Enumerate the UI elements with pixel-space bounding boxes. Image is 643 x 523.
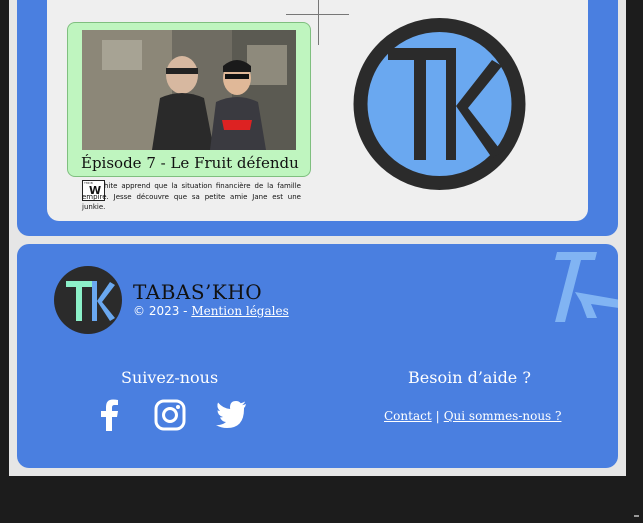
- instagram-icon[interactable]: [154, 399, 186, 431]
- episode-description: hite apprend que la situation financière…: [82, 182, 301, 211]
- footer-logo-icon[interactable]: [52, 264, 124, 336]
- copyright-text: © 2023 -: [133, 304, 192, 318]
- about-link[interactable]: Qui sommes-nous ?: [444, 409, 562, 423]
- contact-link[interactable]: Contact: [384, 409, 432, 423]
- copyright: © 2023 - Mention légales: [133, 304, 289, 318]
- help-links: Contact | Qui sommes-nous ?: [384, 409, 561, 423]
- episode-title[interactable]: Épisode 7 - Le Fruit défendu: [81, 154, 299, 172]
- link-separator: |: [435, 409, 440, 423]
- episode-thumbnail-art: [82, 30, 296, 150]
- twitter-icon[interactable]: [215, 399, 247, 429]
- legal-notice-link[interactable]: Mention légales: [191, 304, 288, 318]
- facebook-icon[interactable]: [98, 399, 120, 431]
- help-heading: Besoin d’aide ?: [408, 368, 531, 387]
- corner-mark: [634, 515, 639, 517]
- follow-us-heading: Suivez-nous: [121, 368, 219, 387]
- episode-thumbnail[interactable]: [82, 30, 296, 150]
- site-footer: TABAS’KHO © 2023 - Mention légales Suive…: [17, 244, 618, 468]
- tk-logo-icon: [353, 18, 526, 190]
- divider-line: [318, 0, 319, 45]
- brand-name: TABAS’KHO: [133, 280, 263, 304]
- footer-decoration-icon: [555, 252, 618, 322]
